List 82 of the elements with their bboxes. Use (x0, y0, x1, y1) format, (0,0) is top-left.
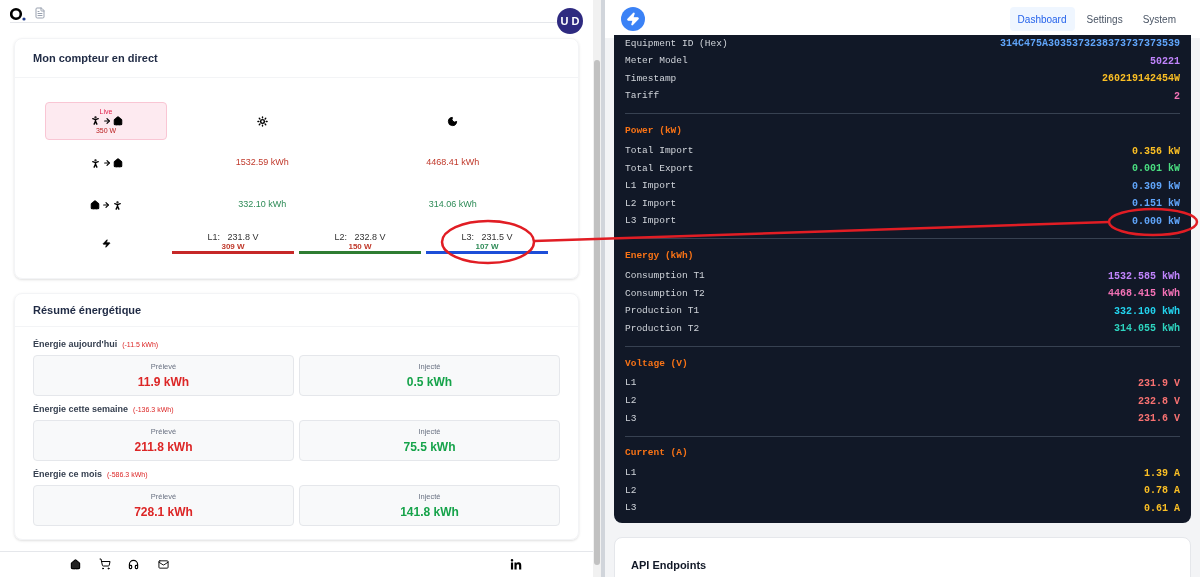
scrollbar[interactable] (593, 0, 601, 577)
linkedin-icon[interactable] (510, 559, 522, 571)
period-label: Énergie aujourd'hui (33, 338, 118, 352)
field-value: 0.000 kW (1132, 215, 1180, 230)
field-value: 314C475A3035373238373737373539 (999, 37, 1180, 52)
field-value: 332.100 kWh (1114, 304, 1180, 319)
logo-icon[interactable] (10, 7, 28, 21)
phase-voltage: L1: 231.8 V (207, 232, 259, 243)
field-value: 0.78 A (1144, 484, 1180, 499)
field-label: Consumption T2 (625, 286, 705, 301)
field-label: L2 (625, 394, 637, 408)
tile-value: 75.5 kWh (403, 440, 456, 453)
energy-reading: 1532.59 kWh (235, 156, 289, 170)
field-label: L3 (625, 411, 637, 426)
mail-icon[interactable] (158, 559, 169, 570)
energy-reading: 314.06 kWh (428, 198, 477, 212)
section-heading: Energy (kWh) (625, 249, 694, 264)
tile-value: 0.5 kWh (406, 375, 453, 388)
field-label: Total Export (625, 161, 694, 176)
field-value: 50221 (1150, 54, 1180, 69)
sun-icon (256, 115, 268, 127)
field-label: L1 (625, 466, 637, 481)
field-label: Equipment ID (Hex) (625, 36, 728, 51)
field-label: Timestamp (625, 71, 677, 86)
field-value: 314.055 kWh (1114, 322, 1180, 337)
field-value: 1.39 A (1144, 466, 1180, 481)
field-value: 4468.415 kWh (1108, 287, 1180, 302)
moon-icon (447, 115, 459, 127)
tile-value: 728.1 kWh (134, 505, 193, 518)
nav-tab[interactable]: System (1134, 7, 1184, 31)
cart-icon[interactable] (99, 558, 111, 570)
field-label: Total Import (625, 144, 694, 159)
field-value: 260219142454W (1102, 72, 1180, 87)
field-value: 232.8 V (1138, 394, 1180, 409)
field-label: Meter Model (625, 54, 688, 69)
phase-voltage: L3: 231.5 V (461, 232, 513, 243)
tile-value: 141.8 kWh (400, 505, 459, 518)
energy-reading: 332.10 kWh (238, 198, 287, 212)
section-heading: Voltage (V) (625, 356, 688, 371)
nav-tab[interactable]: Dashboard (1009, 7, 1075, 31)
home-to-grid-icon (89, 199, 123, 211)
home-icon[interactable] (70, 559, 81, 570)
field-value: 231.9 V (1138, 377, 1180, 391)
user-avatar[interactable]: U D (557, 8, 583, 34)
card-title: Résumé énergétique (33, 302, 142, 318)
field-value: 1532.585 kWh (1108, 269, 1180, 284)
section-heading: Current (A) (625, 446, 688, 461)
field-value: 0.309 kW (1132, 179, 1180, 194)
field-value: 0.001 kW (1132, 162, 1180, 177)
field-label: Production T1 (625, 304, 700, 319)
document-icon[interactable] (34, 7, 46, 19)
phase-power: 150 W (348, 243, 372, 251)
tile-value: 211.8 kWh (134, 440, 193, 453)
phase-power: 107 W (475, 243, 499, 251)
field-label: L3 (625, 501, 637, 516)
energy-reading: 4468.41 kWh (426, 156, 480, 170)
field-value: 0.151 kW (1132, 197, 1180, 212)
phase-voltage: L2: 232.8 V (334, 232, 386, 243)
period-label: Énergie ce mois (33, 468, 103, 482)
phase-power: 309 W (221, 243, 245, 251)
field-value: 0.356 kW (1132, 144, 1180, 159)
field-label: L2 Import (625, 196, 677, 211)
section-heading: Power (kW) (625, 124, 682, 139)
field-value: 0.61 A (1144, 502, 1180, 516)
field-label: L1 Import (625, 179, 677, 194)
grid-to-home-icon (89, 157, 123, 169)
field-label: Tariff (625, 89, 660, 104)
field-label: Consumption T1 (625, 269, 705, 283)
tile-value: 11.9 kWh (137, 375, 190, 388)
grid-to-home-icon (89, 115, 123, 126)
field-label: Production T2 (625, 321, 700, 336)
field-label: L1 (625, 376, 637, 391)
period-label: Énergie cette semaine (33, 403, 129, 417)
card-title: Mon compteur en direct (33, 50, 158, 66)
nav-tab[interactable]: Settings (1078, 7, 1131, 31)
headphones-icon[interactable] (128, 559, 139, 570)
lightning-icon (101, 238, 111, 248)
field-value: 2 (1174, 90, 1180, 105)
field-value: 231.6 V (1138, 412, 1180, 427)
field-label: L2 (625, 483, 637, 498)
card-title: API Endpoints (631, 559, 707, 572)
field-label: L3 Import (625, 214, 677, 229)
